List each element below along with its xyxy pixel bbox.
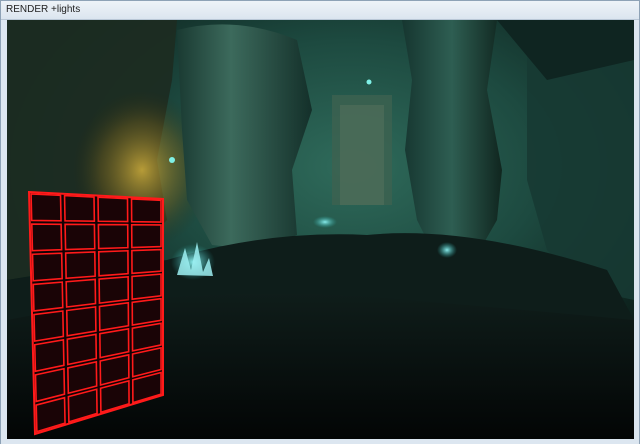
title-bar[interactable]: RENDER +lights: [1, 1, 639, 20]
render-viewport[interactable]: [7, 20, 634, 439]
wall-grid-cell: [131, 273, 162, 301]
crystal-spark-top: [366, 79, 372, 85]
wall-grid-cell: [97, 249, 129, 277]
wall-grid-cell: [65, 278, 97, 308]
window-title: RENDER +lights: [6, 4, 81, 15]
wall-grid-cell: [66, 333, 98, 366]
wall-grid-cell: [130, 223, 162, 249]
wall-grid-cell: [33, 338, 65, 373]
wall-grid-cell: [131, 248, 162, 275]
wall-grid-cell: [98, 301, 130, 332]
wall-grid-cell: [33, 310, 65, 343]
render-window: RENDER +lights: [0, 0, 640, 444]
wall-grid-cell: [64, 251, 96, 280]
wall-grid-cell: [130, 198, 162, 223]
wall-grid-cell: [99, 327, 130, 359]
wall-grid-cell: [97, 223, 129, 250]
wall-grid-cell: [131, 297, 162, 327]
wall-grid: [27, 190, 164, 436]
wall-grid-cell: [63, 194, 96, 223]
cave-scene: [7, 20, 634, 439]
wall-grid-cell: [65, 305, 97, 337]
wall-grid-cell: [31, 252, 63, 282]
wall-grid-cell: [30, 223, 63, 252]
wall-grid-cell: [64, 223, 96, 251]
crystal-spark-left: [169, 157, 175, 163]
wall-grid-cell: [30, 193, 62, 222]
wall-grid-cell: [32, 281, 64, 312]
wall-grid-cell: [98, 275, 130, 305]
rock-pillar-left: [177, 24, 312, 250]
crystal-glow-right: [437, 242, 457, 258]
wall-grid-cell: [97, 196, 129, 223]
crystal-glow-center: [313, 216, 337, 228]
window-bottom-frame: [1, 439, 639, 444]
